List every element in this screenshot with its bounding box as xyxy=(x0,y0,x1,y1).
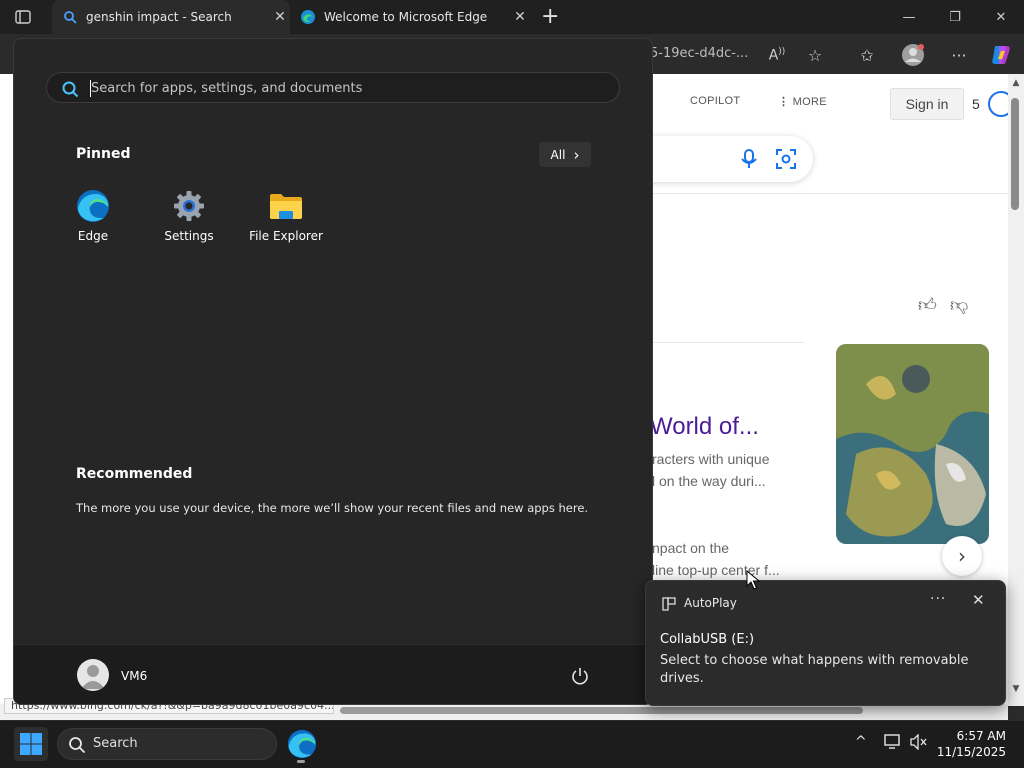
favorites-icon: ✩ xyxy=(860,45,874,65)
settings-gear-icon xyxy=(174,191,204,221)
running-app-indicator xyxy=(297,760,305,763)
pinned-app-file-explorer[interactable]: File Explorer xyxy=(238,189,334,253)
start-button[interactable] xyxy=(14,727,48,761)
tab-close-button[interactable]: ✕ xyxy=(270,9,290,25)
minimize-button[interactable]: — xyxy=(886,0,932,34)
edge-icon xyxy=(300,9,316,25)
search-icon xyxy=(62,81,79,98)
scroll-down-arrow-icon[interactable]: ▼ xyxy=(1008,684,1024,694)
result-snippet: racters with unique xyxy=(652,451,770,467)
mouse-cursor-icon xyxy=(746,570,760,590)
edge-icon xyxy=(287,729,317,759)
close-window-button[interactable]: ✕ xyxy=(978,0,1024,34)
favorites-button[interactable]: ✩ xyxy=(852,40,882,70)
pinned-app-settings[interactable]: Settings xyxy=(141,189,237,253)
tab-genshin-search[interactable]: genshin impact - Search ✕ xyxy=(52,0,290,34)
copilot-button[interactable] xyxy=(986,40,1016,70)
profile-icon xyxy=(902,44,924,66)
recommended-heading: Recommended xyxy=(76,466,193,482)
notification-title: CollabUSB (E:) xyxy=(660,632,755,647)
user-icon xyxy=(81,665,105,689)
tab-welcome-edge[interactable]: Welcome to Microsoft Edge ✕ xyxy=(290,0,530,34)
pinned-heading: Pinned xyxy=(76,146,131,162)
carousel-next-button[interactable]: › xyxy=(942,536,982,576)
horizontal-scrollbar-thumb[interactable] xyxy=(340,707,863,714)
autoplay-icon xyxy=(662,597,676,611)
result-snippet: l on the way duri... xyxy=(652,473,766,489)
notification-close-button[interactable]: ✕ xyxy=(972,591,985,609)
tab-title: Welcome to Microsoft Edge xyxy=(324,10,488,24)
user-name[interactable]: VM6 xyxy=(121,669,147,683)
pinned-app-label: Settings xyxy=(164,229,214,243)
favorite-button[interactable]: ☆ xyxy=(800,40,830,70)
clock-date[interactable]: 11/15/2025 xyxy=(930,745,1006,759)
rewards-trophy-icon[interactable] xyxy=(988,91,1008,117)
restore-button[interactable]: ❐ xyxy=(932,0,978,34)
page-left-edge xyxy=(0,74,13,706)
new-tab-button[interactable]: + xyxy=(541,4,559,29)
folder-icon xyxy=(270,194,302,219)
visual-search-icon[interactable] xyxy=(776,149,796,169)
vertical-dots-icon: ⋮ xyxy=(778,96,793,108)
search-icon xyxy=(69,737,86,754)
all-apps-button[interactable]: All › xyxy=(539,142,591,167)
chevron-right-icon: › xyxy=(573,145,580,164)
thumbs-down-icon[interactable]: 👎︎ xyxy=(950,294,968,316)
show-hidden-icons-button[interactable]: ^ xyxy=(855,734,867,750)
profile-button[interactable] xyxy=(898,40,928,70)
start-search-box[interactable] xyxy=(46,72,620,103)
more-icon: ··· xyxy=(951,45,967,65)
favorite-star-icon: ☆ xyxy=(807,45,823,65)
notification-app-name: AutoPlay xyxy=(684,596,737,610)
settings-more-button[interactable]: ··· xyxy=(944,40,974,70)
power-icon xyxy=(572,668,588,685)
result-divider xyxy=(640,342,804,343)
text-caret xyxy=(90,80,91,97)
pinned-app-edge[interactable]: Edge xyxy=(45,189,141,253)
tab-actions-button[interactable] xyxy=(12,8,34,26)
copilot-icon xyxy=(992,46,1010,64)
network-icon[interactable] xyxy=(884,734,902,754)
start-menu: Pinned All › Edge xyxy=(13,38,653,705)
result-snippet: npact on the xyxy=(652,540,730,556)
pinned-app-label: Edge xyxy=(77,229,109,243)
windows-logo-icon xyxy=(20,733,42,755)
power-button[interactable] xyxy=(567,663,593,689)
pinned-app-label: File Explorer xyxy=(249,229,323,243)
bing-search-icon xyxy=(62,9,78,25)
user-avatar[interactable] xyxy=(77,659,109,691)
nav-copilot-link[interactable]: COPILOT xyxy=(690,95,740,107)
address-bar-text[interactable]: 5-19ec-d4dc-... xyxy=(650,46,748,61)
sign-in-button[interactable]: Sign in xyxy=(890,88,964,120)
notification-body: Select to choose what happens with remov… xyxy=(660,653,969,686)
read-aloud-button[interactable]: A)) xyxy=(762,40,792,70)
vertical-scrollbar-thumb[interactable] xyxy=(1011,98,1019,210)
nav-more-link[interactable]: ⋮ MORE xyxy=(778,95,827,108)
read-aloud-icon: A)) xyxy=(768,46,786,64)
thumbs-up-icon[interactable]: 👍︎ xyxy=(918,294,937,316)
microphone-icon[interactable] xyxy=(741,149,757,169)
start-search-input[interactable] xyxy=(91,78,591,98)
result-snippet: line top-up center f... xyxy=(652,562,780,578)
taskbar-search-label: Search xyxy=(93,736,138,751)
recommended-empty-text: The more you use your device, the more w… xyxy=(76,501,589,515)
rewards-count[interactable]: 5 xyxy=(972,96,980,112)
tab-title: genshin impact - Search xyxy=(86,10,232,24)
autoplay-notification[interactable]: AutoPlay ··· ✕ CollabUSB (E:) Select to … xyxy=(645,580,1006,706)
scroll-up-arrow-icon[interactable]: ▲ xyxy=(1008,78,1024,88)
notification-more-button[interactable]: ··· xyxy=(930,591,946,607)
tab-close-button[interactable]: ✕ xyxy=(510,9,530,25)
result-title-link[interactable]: World of... xyxy=(650,413,759,441)
all-apps-label: All xyxy=(550,147,566,162)
nav-more-label: MORE xyxy=(792,96,827,108)
edge-icon xyxy=(77,190,109,222)
volume-muted-icon[interactable] xyxy=(910,733,928,754)
taskbar-search-box[interactable] xyxy=(57,728,277,760)
world-map-image[interactable] xyxy=(836,344,989,544)
clock-time[interactable]: 6:57 AM xyxy=(930,729,1006,743)
tab-actions-icon xyxy=(15,10,31,24)
start-menu-footer xyxy=(14,644,652,704)
taskbar-edge-button[interactable] xyxy=(287,729,317,759)
